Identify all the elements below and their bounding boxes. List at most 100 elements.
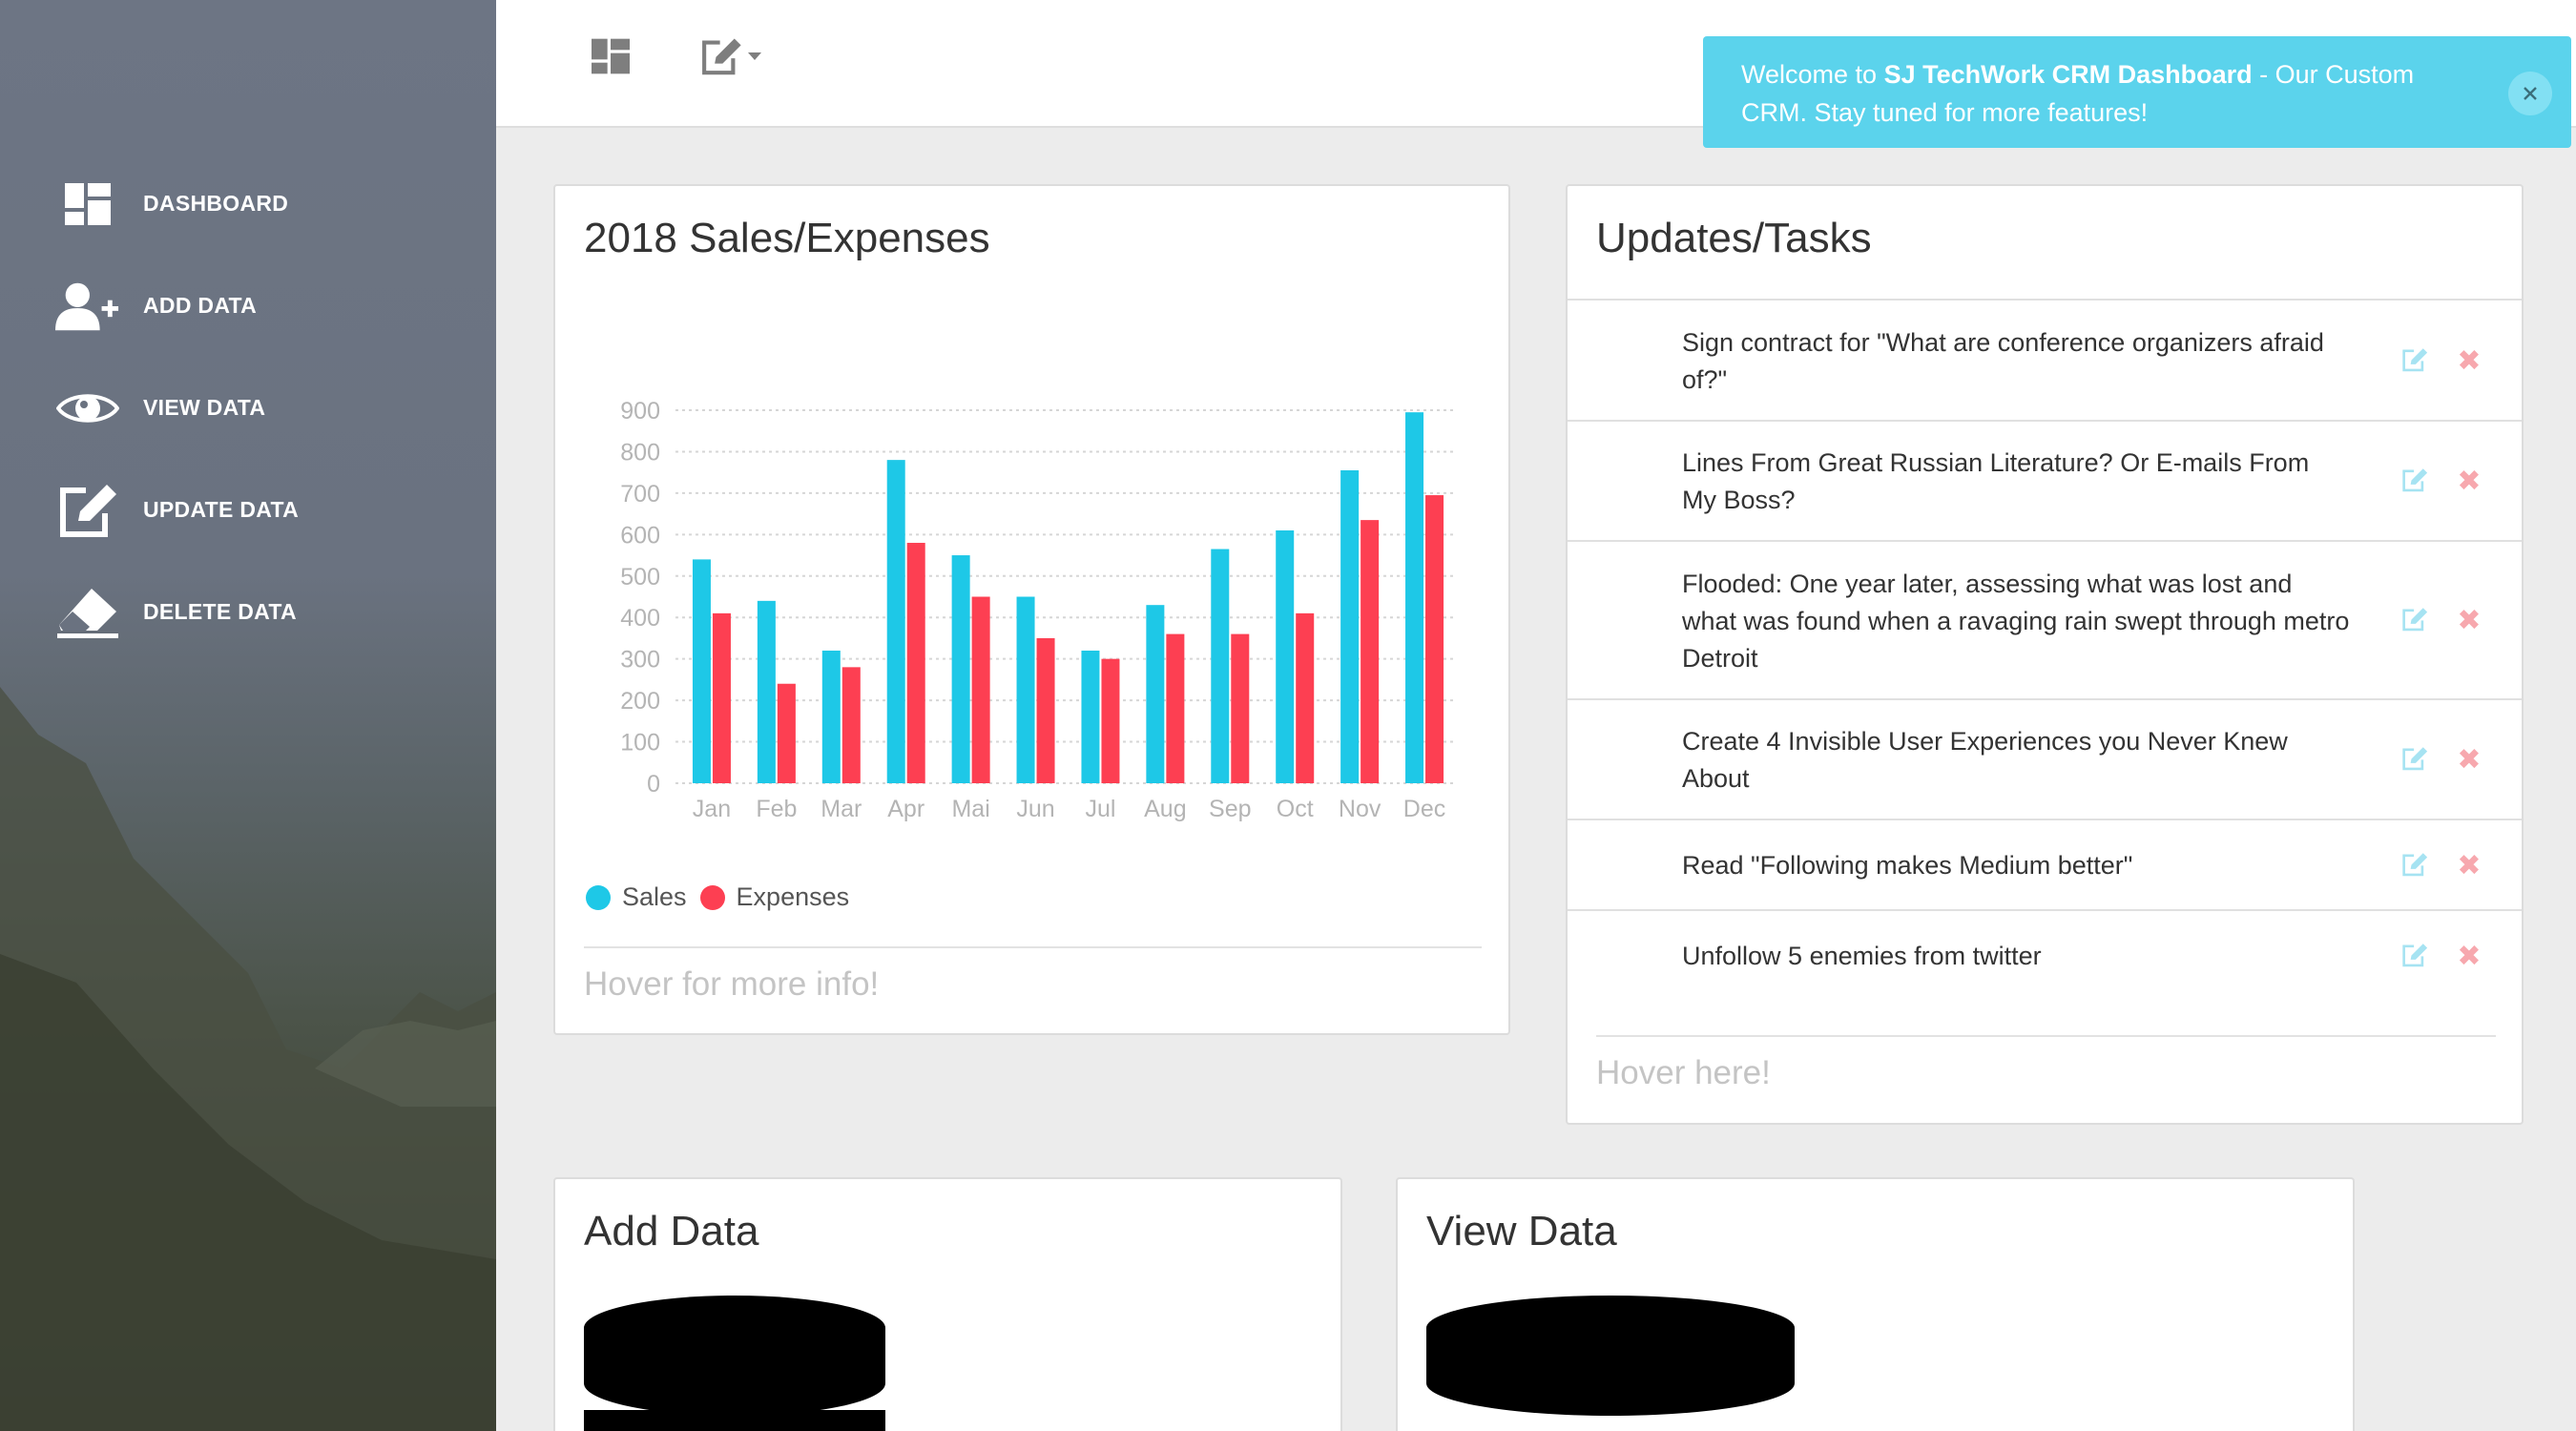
bar-expenses-oct[interactable] xyxy=(1296,612,1315,783)
edit-icon xyxy=(2402,852,2428,876)
x-tick-label: Oct xyxy=(1277,796,1314,822)
task-delete-button[interactable]: ✖ xyxy=(2455,344,2483,377)
legend-label: Expenses xyxy=(736,882,850,911)
task-row: Unfollow 5 enemies from twitter ✖ xyxy=(1568,909,2522,1000)
legend-item-sales[interactable]: Sales xyxy=(586,882,687,912)
card-divider xyxy=(1596,1035,2496,1037)
close-icon: ✖ xyxy=(2457,940,2482,972)
sales-expenses-chart: 0 100 200 300 400 500 600 700 800 900 Jan Feb Mar Apr… xyxy=(620,398,1457,822)
x-tick-label: Mar xyxy=(821,796,862,822)
add-user-icon xyxy=(55,274,120,339)
close-icon: ✖ xyxy=(2457,744,2482,776)
task-text: Create 4 Invisible User Experiences you … xyxy=(1682,727,2288,793)
bar-sales-oct[interactable] xyxy=(1276,529,1295,783)
sales-expenses-card: 2018 Sales/Expenses 0 100 200 300 400 500 600 7… xyxy=(553,184,1510,1035)
task-text: Sign contract for "What are conference o… xyxy=(1682,327,2324,394)
bar-sales-mai[interactable] xyxy=(951,555,970,783)
x-tick-label: Nov xyxy=(1339,796,1381,822)
topbar-edit-menu-button[interactable] xyxy=(700,34,761,82)
task-delete-button[interactable]: ✖ xyxy=(2455,746,2483,775)
sidebar-item-view-data[interactable]: VIEW DATA xyxy=(0,357,496,459)
task-edit-button[interactable] xyxy=(2401,852,2430,881)
legend-item-expenses[interactable]: Expenses xyxy=(699,882,850,912)
sidebar-item-update-data[interactable]: UPDATE DATA xyxy=(0,459,496,561)
bar-expenses-jun[interactable] xyxy=(1036,637,1055,783)
task-edit-button[interactable] xyxy=(2401,607,2430,635)
bar-expenses-nov[interactable] xyxy=(1361,520,1380,783)
bar-expenses-mai[interactable] xyxy=(971,596,990,784)
topbar-dashboard-button[interactable] xyxy=(592,34,630,82)
dashboard-icon xyxy=(55,172,120,237)
bar-sales-sep[interactable] xyxy=(1211,549,1230,783)
bar-expenses-mar[interactable] xyxy=(841,667,861,783)
y-tick-label: 200 xyxy=(620,688,660,715)
bar-sales-jan[interactable] xyxy=(692,559,711,783)
x-tick-label: Jul xyxy=(1085,796,1115,822)
bar-sales-jun[interactable] xyxy=(1016,596,1035,784)
bar-expenses-feb[interactable] xyxy=(777,683,796,783)
task-text: Flooded: One year later, assessing what … xyxy=(1682,569,2350,673)
sidebar-item-label: VIEW DATA xyxy=(143,395,266,420)
card-title: Add Data xyxy=(584,1208,759,1255)
database-icon xyxy=(1426,1296,1795,1416)
y-tick-label: 900 xyxy=(620,398,660,425)
eye-icon xyxy=(55,376,120,441)
sidebar-item-dashboard[interactable]: DASHBOARD xyxy=(0,153,496,255)
task-text: Read "Following makes Medium better" xyxy=(1682,851,2133,880)
task-edit-button[interactable] xyxy=(2401,746,2430,775)
bar-sales-nov[interactable] xyxy=(1340,469,1360,783)
bar-expenses-apr[interactable] xyxy=(906,543,925,783)
task-edit-button[interactable] xyxy=(2401,943,2430,971)
edit-icon xyxy=(2402,468,2428,492)
database-icon xyxy=(582,1296,887,1431)
toast-brand: SJ TechWork CRM Dashboard xyxy=(1883,60,2253,89)
legend-label: Sales xyxy=(622,882,687,911)
task-text: Lines From Great Russian Literature? Or … xyxy=(1682,448,2310,514)
x-tick-label: Sep xyxy=(1209,796,1251,822)
bar-sales-apr[interactable] xyxy=(886,460,905,783)
task-delete-button[interactable]: ✖ xyxy=(2455,607,2483,635)
card-footer: Hover here! xyxy=(1596,1054,1771,1091)
task-edit-button[interactable] xyxy=(2401,467,2430,496)
y-tick-label: 700 xyxy=(620,481,660,508)
sidebar-item-delete-data[interactable]: DELETE DATA xyxy=(0,561,496,663)
sidebar-mountain-background xyxy=(0,687,496,1431)
edit-icon xyxy=(700,37,742,80)
close-icon: ✖ xyxy=(2457,605,2482,636)
bar-sales-aug[interactable] xyxy=(1146,605,1165,783)
eraser-icon xyxy=(55,580,120,645)
card-footer: Hover for more info! xyxy=(584,965,880,1003)
sidebar-item-label: DELETE DATA xyxy=(143,599,297,624)
y-tick-label: 100 xyxy=(620,730,660,757)
card-title: Updates/Tasks xyxy=(1596,215,1872,261)
x-tick-label: Aug xyxy=(1144,796,1186,822)
y-tick-label: 500 xyxy=(620,564,660,591)
close-icon: ✖ xyxy=(2457,466,2482,497)
task-row: Create 4 Invisible User Experiences you … xyxy=(1568,698,2522,819)
task-delete-button[interactable]: ✖ xyxy=(2455,467,2483,496)
view-data-card: View Data xyxy=(1396,1177,2355,1431)
x-tick-label: Jun xyxy=(1016,796,1054,822)
sidebar-item-add-data[interactable]: ADD DATA xyxy=(0,255,496,357)
chart-legend: Sales Expenses xyxy=(586,882,862,912)
task-text: Unfollow 5 enemies from twitter xyxy=(1682,942,2042,970)
toast-close-button[interactable] xyxy=(2508,72,2552,115)
y-tick-label: 300 xyxy=(620,647,660,674)
bar-sales-mar[interactable] xyxy=(821,650,841,783)
bar-expenses-aug[interactable] xyxy=(1166,633,1185,783)
bar-expenses-jan[interactable] xyxy=(712,612,731,783)
task-delete-button[interactable]: ✖ xyxy=(2455,940,2483,972)
updates-tasks-card: Updates/Tasks Sign contract for "What ar… xyxy=(1566,184,2524,1125)
task-edit-button[interactable] xyxy=(2401,347,2430,376)
close-icon: ✖ xyxy=(2457,344,2482,377)
bar-sales-feb[interactable] xyxy=(757,600,776,783)
bar-expenses-sep[interactable] xyxy=(1231,633,1250,783)
y-tick-label: 600 xyxy=(620,522,660,549)
bar-expenses-jul[interactable] xyxy=(1101,658,1120,783)
bar-expenses-dec[interactable] xyxy=(1425,495,1444,783)
bar-sales-dec[interactable] xyxy=(1405,412,1424,783)
edit-icon xyxy=(2402,747,2428,771)
task-delete-button[interactable]: ✖ xyxy=(2455,851,2483,881)
bar-sales-jul[interactable] xyxy=(1081,650,1100,783)
x-tick-label: Apr xyxy=(887,796,924,822)
